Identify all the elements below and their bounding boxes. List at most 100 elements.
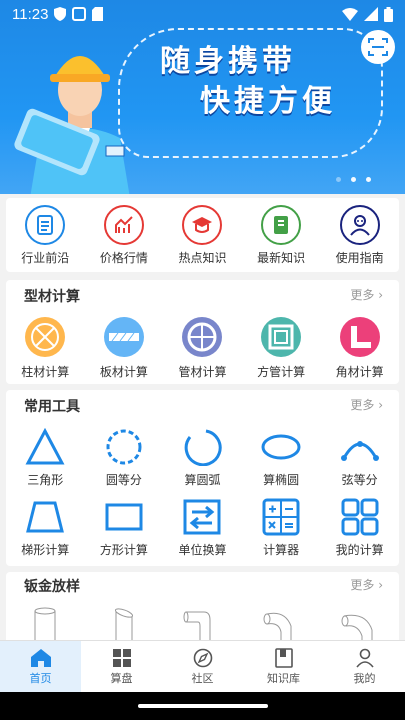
- angle-icon: [339, 317, 380, 357]
- status-bar: 11:23: [0, 0, 405, 28]
- chevron-right-icon: ›: [378, 288, 383, 302]
- quick-item-guide[interactable]: 使用指南: [322, 204, 398, 266]
- tab-label: 算盘: [110, 671, 133, 685]
- banner-slogan: 随身携带 快捷方便: [160, 42, 336, 122]
- calc-column[interactable]: 柱材计算: [7, 316, 83, 380]
- tab-label: 首页: [29, 671, 52, 685]
- trapezoid-icon: [26, 501, 65, 533]
- quick-item-label: 热点知识: [178, 250, 227, 265]
- tool-chord-divide[interactable]: 弦等分: [322, 428, 398, 488]
- clock: 11:23: [12, 5, 49, 23]
- sdcard-icon: [92, 7, 104, 21]
- tab-home[interactable]: 首页: [0, 641, 81, 692]
- calc-label: 板材计算: [99, 365, 148, 379]
- home-gesture-handle[interactable]: [137, 704, 268, 708]
- tab-label: 社区: [191, 671, 214, 685]
- calc-pipe[interactable]: 管材计算: [164, 316, 240, 380]
- more-link[interactable]: 更多 ›: [350, 576, 383, 593]
- carousel-dot[interactable]: [351, 177, 356, 182]
- more-label: 更多: [350, 288, 375, 302]
- calc-label: 柱材计算: [21, 365, 70, 379]
- tool-arc[interactable]: 算圆弧: [164, 428, 240, 488]
- arc-icon: [185, 429, 223, 466]
- carousel-dot[interactable]: [336, 177, 341, 182]
- shield-icon: [54, 7, 67, 21]
- calc-plate[interactable]: 板材计算: [86, 316, 162, 380]
- tool-label: 计算器: [263, 543, 300, 557]
- dashed-circle-icon: [106, 429, 142, 465]
- curved-pipe-icon[interactable]: [340, 606, 380, 640]
- tool-label: 梯形计算: [21, 543, 70, 557]
- quick-item-label: 价格行情: [99, 250, 148, 265]
- compass-icon: [193, 648, 212, 667]
- home-icon: [30, 648, 51, 667]
- user-guide-icon: [339, 204, 380, 245]
- tool-ellipse[interactable]: 算椭圆: [243, 428, 319, 488]
- quick-item-label: 行业前沿: [21, 250, 70, 265]
- ellipse-icon: [261, 434, 301, 460]
- scan-button[interactable]: [361, 30, 395, 64]
- cylinder-pipe-icon[interactable]: [25, 606, 65, 640]
- quick-item-hot[interactable]: 热点知识: [164, 204, 240, 266]
- square-tube-icon: [261, 317, 302, 357]
- more-label: 更多: [350, 398, 375, 412]
- tool-trapezoid[interactable]: 梯形计算: [7, 498, 83, 558]
- apps-grid-icon: [112, 648, 131, 667]
- tool-label: 弦等分: [341, 473, 378, 487]
- quick-access-card: 行业前沿 价格行情 热点知识 最新知识 使用指南: [6, 198, 399, 272]
- elbow-pipe-icon[interactable]: [182, 606, 222, 640]
- more-label: 更多: [350, 578, 375, 592]
- tool-calculator[interactable]: 计算器: [243, 498, 319, 558]
- tool-circle-divide[interactable]: 圆等分: [86, 428, 162, 488]
- tool-label: 我的计算: [335, 543, 384, 557]
- promo-banner[interactable]: 随身携带 快捷方便: [0, 0, 405, 194]
- quick-item-industry[interactable]: 行业前沿: [7, 204, 83, 266]
- tab-abacus[interactable]: 算盘: [81, 641, 162, 692]
- tab-profile[interactable]: 我的: [324, 641, 405, 692]
- rectangle-icon: [105, 503, 143, 531]
- sheet-metal-card: 钣金放样 更多 ›: [6, 572, 399, 640]
- tool-my-calc[interactable]: 我的计算: [322, 498, 398, 558]
- grid-icon: [341, 498, 379, 536]
- calc-label: 管材计算: [178, 365, 227, 379]
- section-title: 钣金放样: [24, 579, 80, 595]
- chart-icon: [103, 204, 144, 245]
- bottom-tab-bar: 首页 算盘 社区 知识库 我的: [0, 640, 405, 692]
- tool-label: 算圆弧: [184, 473, 221, 487]
- slant-pipe-icon[interactable]: [104, 606, 144, 640]
- quick-item-price[interactable]: 价格行情: [86, 204, 162, 266]
- triangle-icon: [25, 428, 65, 465]
- section-title: 常用工具: [24, 399, 80, 415]
- calc-angle[interactable]: 角材计算: [322, 316, 398, 380]
- user-icon: [355, 648, 374, 668]
- document-icon: [25, 204, 66, 245]
- common-tools-card: 常用工具 更多 › 三角形 圆等分 算圆弧 算椭圆 弦等分 梯形计算 方形计算 …: [6, 390, 399, 566]
- tool-rectangle[interactable]: 方形计算: [86, 498, 162, 558]
- system-nav-bar: [0, 692, 405, 720]
- wifi-icon: [342, 7, 358, 21]
- tool-label: 单位换算: [178, 543, 227, 557]
- tab-label: 我的: [353, 671, 376, 685]
- tab-community[interactable]: 社区: [162, 641, 243, 692]
- tab-knowledge[interactable]: 知识库: [243, 641, 324, 692]
- pipe-icon: [182, 317, 223, 357]
- quick-item-label: 最新知识: [257, 250, 306, 265]
- tool-label: 圆等分: [105, 473, 142, 487]
- carousel-dot[interactable]: [366, 177, 371, 182]
- notebook-icon: [274, 647, 293, 668]
- calc-square-tube[interactable]: 方管计算: [243, 316, 319, 380]
- bent-pipe-icon[interactable]: [261, 606, 301, 640]
- graduation-cap-icon: [182, 204, 223, 245]
- tool-label: 三角形: [27, 473, 64, 487]
- signal-icon: [364, 7, 378, 21]
- quick-item-label: 使用指南: [335, 250, 384, 265]
- quick-item-latest[interactable]: 最新知识: [243, 204, 319, 266]
- plate-icon: [103, 317, 144, 357]
- carousel-dots: [336, 177, 371, 182]
- tool-unit-convert[interactable]: 单位换算: [164, 498, 240, 558]
- chevron-right-icon: ›: [378, 398, 383, 412]
- calculator-icon: [262, 498, 300, 536]
- tool-triangle[interactable]: 三角形: [7, 428, 83, 488]
- more-link[interactable]: 更多 ›: [350, 396, 383, 413]
- more-link[interactable]: 更多 ›: [350, 286, 383, 303]
